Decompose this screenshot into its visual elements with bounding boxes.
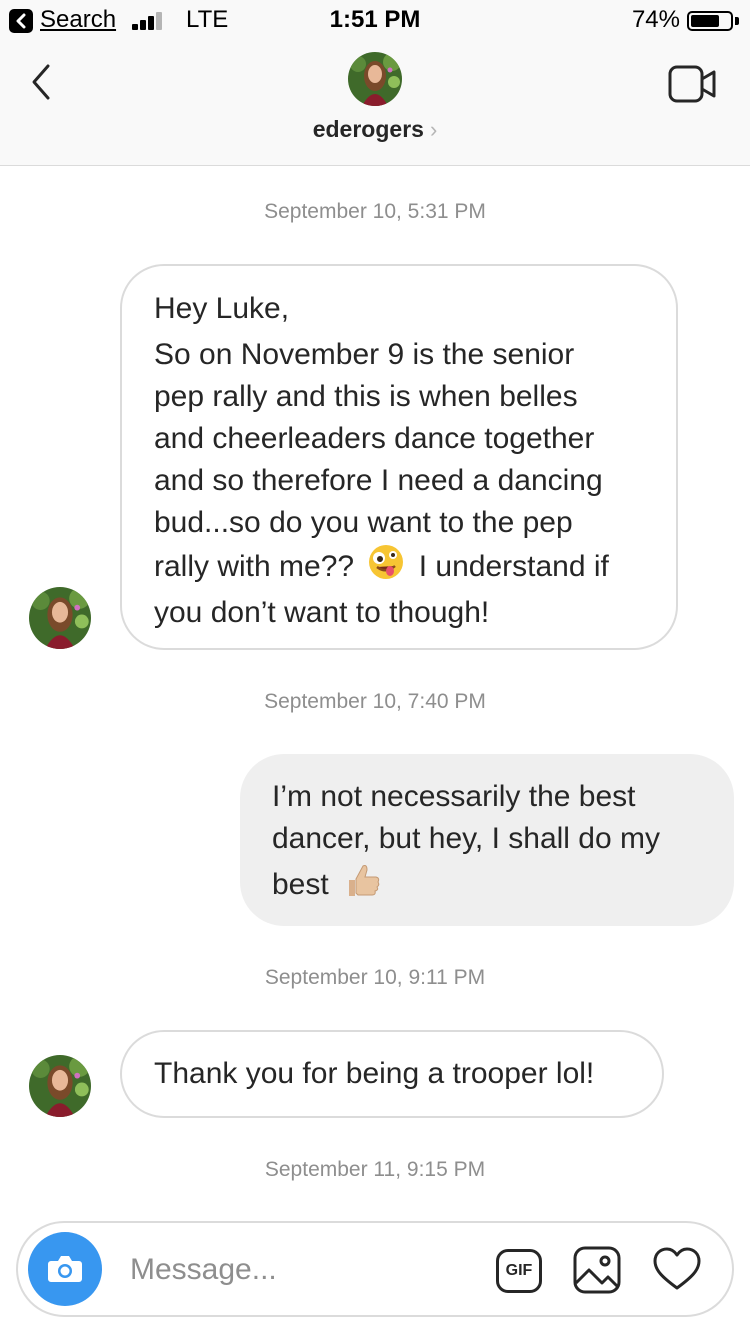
message-bubble-outgoing[interactable]: I’m not necessarily the best dancer, but… (240, 754, 734, 926)
back-icon (32, 64, 50, 100)
message-line: So on November 9 is the senior (154, 338, 575, 371)
video-call-icon (668, 65, 716, 103)
message-input[interactable] (128, 1247, 472, 1293)
gif-icon: GIF (505, 1262, 533, 1279)
message-line: dancer, but hey, I shall do my (272, 822, 660, 855)
username-link[interactable]: ederogers › (0, 116, 750, 143)
video-call-button[interactable] (668, 64, 718, 104)
chevron-right-icon: › (429, 117, 438, 142)
message-line: and so therefore I need a dancing (154, 464, 603, 497)
message-line: you don’t want to though! (154, 596, 490, 629)
photo-button[interactable] (572, 1245, 622, 1295)
heart-icon (653, 1247, 701, 1290)
camera-icon (48, 1256, 82, 1282)
message-text: I understand if (418, 549, 609, 583)
sender-avatar[interactable] (29, 587, 91, 649)
back-button[interactable] (24, 60, 64, 104)
chat-header: ederogers › (0, 40, 750, 166)
message-line: and cheerleaders dance together (154, 422, 595, 455)
message-line: I’m not necessarily the best (272, 780, 636, 813)
timestamp: September 10, 7:40 PM (264, 690, 486, 713)
timestamp: September 11, 9:15 PM (264, 1158, 486, 1181)
sender-avatar[interactable] (29, 1055, 91, 1117)
timestamp: September 10, 5:31 PM (264, 200, 486, 223)
message-line: bud...so do you want to the pep (154, 506, 573, 539)
gif-button[interactable]: GIF (496, 1249, 542, 1293)
message-bubble-incoming[interactable]: Hey Luke, So on November 9 is the senior… (120, 264, 678, 650)
battery-tip (735, 17, 739, 25)
status-bar: Search LTE 1:51 PM 74% (0, 0, 750, 40)
message-line: Hey Luke, (154, 292, 290, 325)
message-line: rally with me?? I understand if (154, 544, 676, 592)
message-line: Thank you for being a trooper lol! (154, 1057, 595, 1090)
camera-button[interactable] (28, 1232, 102, 1306)
timestamp: September 10, 9:11 PM (264, 966, 486, 989)
thumbs-up-emoji-icon (343, 860, 383, 912)
message-text: best (272, 867, 329, 901)
message-bubble-incoming[interactable]: Thank you for being a trooper lol! (120, 1030, 664, 1118)
message-line: pep rally and this is when belles (154, 380, 578, 413)
zany-face-emoji-icon (368, 544, 404, 592)
message-composer: GIF (16, 1221, 734, 1317)
photo-icon (573, 1246, 621, 1294)
like-button[interactable] (652, 1245, 702, 1295)
battery-percent: 74% (631, 6, 680, 33)
battery-icon (687, 11, 733, 31)
header-avatar[interactable] (348, 52, 402, 106)
message-line: best (272, 860, 734, 912)
message-text: rally with me?? (154, 549, 355, 583)
username: ederogers (312, 116, 424, 142)
